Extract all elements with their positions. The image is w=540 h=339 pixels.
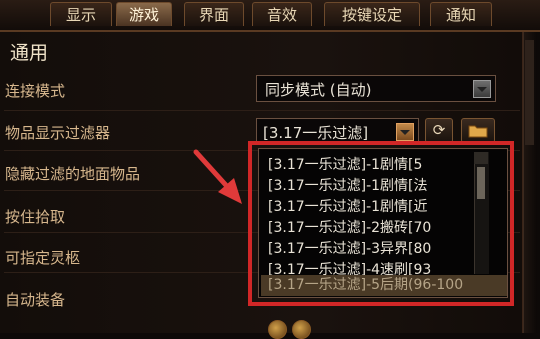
auto-equip-label: 自动装备 <box>5 291 66 309</box>
hold-pickup-label: 按住拾取 <box>5 208 66 226</box>
checkbox-icon[interactable] <box>268 320 287 339</box>
chevron-down-icon[interactable] <box>473 80 491 98</box>
annotation-arrow-icon <box>193 149 242 204</box>
settings-tab-bar: 显示 游戏 界面 音效 按键设定 通知 <box>0 0 540 32</box>
item-filter-label: 物品显示过滤器 <box>5 124 111 142</box>
tab-display[interactable]: 显示 <box>50 2 112 26</box>
assign-spirit-label: 可指定灵柩 <box>5 249 81 267</box>
tab-keybinds[interactable]: 按键设定 <box>324 2 420 26</box>
connect-mode-value: 同步模式 (自动) <box>265 81 372 99</box>
item-filter-value: [3.17一乐过滤] <box>263 124 369 142</box>
chevron-down-icon[interactable] <box>396 123 414 141</box>
tab-audio[interactable]: 音效 <box>252 2 312 26</box>
highlight-box <box>248 141 514 306</box>
checkbox-icon[interactable] <box>292 320 311 339</box>
refresh-icon[interactable]: ⟳ <box>425 118 453 143</box>
row-divider <box>4 110 520 111</box>
section-title: 通用 <box>10 42 49 64</box>
tab-game[interactable]: 游戏 <box>116 2 172 26</box>
connect-mode-label: 连接模式 <box>5 82 66 100</box>
panel-scroll-thumb[interactable] <box>525 40 534 145</box>
folder-icon[interactable] <box>461 118 495 143</box>
hide-filtered-label: 隐藏过滤的地面物品 <box>5 165 141 183</box>
tab-notifications[interactable]: 通知 <box>430 2 492 26</box>
tab-interface[interactable]: 界面 <box>184 2 244 26</box>
connect-mode-select[interactable]: 同步模式 (自动) <box>256 75 496 102</box>
